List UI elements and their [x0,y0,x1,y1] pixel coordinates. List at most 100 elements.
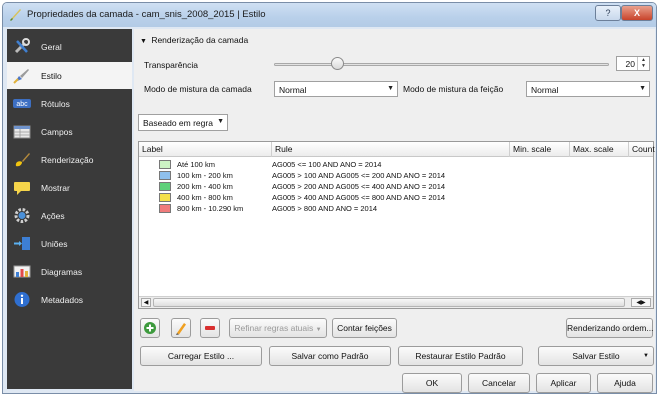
rules-table[interactable]: Label Rule Min. scale Max. scale Count A… [138,141,655,309]
rule-label: 100 km - 200 km [177,171,233,180]
symbol-swatch[interactable] [159,182,171,191]
sidebar-item-label: Diagramas [41,267,83,277]
sidebar-item-diagramas[interactable]: Diagramas [7,258,132,285]
table-row[interactable]: 100 km - 200 km AG005 > 100 AND AG005 <=… [139,170,653,181]
column-header-min-scale[interactable]: Min. scale [510,142,570,157]
spin-arrows-icon[interactable]: ▲ ▼ [637,57,649,70]
rule-label: 800 km - 10.290 km [177,204,244,213]
layer-blend-label: Modo de mistura da camada [144,84,252,94]
chevron-down-icon: ▼ [315,327,322,333]
refine-rules-label: Refinar regras atuais [234,323,314,333]
table-row[interactable]: 200 km - 400 km AG005 > 200 AND AG005 <=… [139,181,653,192]
rule-expression: AG005 > 400 AND AG005 <= 800 AND ANO = 2… [272,193,446,202]
cancel-button[interactable]: Cancelar [468,373,530,393]
table-icon [13,125,31,139]
sidebar-item-unioes[interactable]: Uniões [7,230,132,257]
feature-blend-label: Modo de mistura da feição [403,84,504,94]
qgis-app-icon [10,9,21,21]
chevron-down-icon: ▼ [387,85,394,92]
layer-blend-value: Normal [279,85,307,95]
scroll-right-icon[interactable]: ◀▶ [631,298,651,307]
column-header-max-scale[interactable]: Max. scale [570,142,629,157]
refine-rules-button[interactable]: Refinar regras atuais ▼ [229,318,327,338]
table-row[interactable]: 400 km - 800 km AG005 > 400 AND AG005 <=… [139,192,653,203]
add-rule-button[interactable] [140,318,160,338]
render-order-button[interactable]: Renderizando ordem... [566,318,653,338]
sidebar-item-label: Estilo [41,71,62,81]
sidebar-item-acoes[interactable]: Ações [7,202,132,229]
sidebar-item-metadados[interactable]: Metadados [7,286,132,313]
close-window-button[interactable]: X [621,5,653,21]
sidebar-item-label: Campos [41,127,73,137]
edit-rule-icon [176,323,186,335]
sidebar-item-label: Metadados [41,295,84,305]
remove-rule-button[interactable] [200,318,220,338]
section-title: Renderização da camada [151,35,249,45]
sidebar-item-mostrar[interactable]: Mostrar [7,174,132,201]
layer-rendering-section-header[interactable]: ▼ Renderização da camada [140,35,248,45]
restore-default-button[interactable]: Restaurar Estilo Padrão [398,346,523,366]
sidebar-item-label: Mostrar [41,183,70,193]
sidebar-item-estilo[interactable]: Estilo [7,62,132,89]
column-header-label[interactable]: Label [139,142,272,157]
chevron-down-icon: ▼ [217,118,224,125]
sidebar-item-label: Renderização [41,155,94,165]
wrench-icon [14,38,30,54]
feature-blend-select[interactable]: Normal ▼ [526,81,650,97]
transparency-value: 20 [625,59,635,69]
layer-blend-select[interactable]: Normal ▼ [274,81,398,97]
column-header-count[interactable]: Count [629,142,655,157]
transparency-slider-handle[interactable] [331,57,344,70]
edit-rule-button[interactable] [171,318,191,338]
chevron-down-icon: ▼ [643,353,649,359]
help-window-button[interactable]: ? [595,5,621,21]
rule-label: 400 km - 800 km [177,193,233,202]
column-header-rule[interactable]: Rule [272,142,510,157]
load-style-button[interactable]: Carregar Estilo ... [140,346,262,366]
help-button[interactable]: Ajuda [597,373,653,393]
feature-blend-value: Normal [531,85,559,95]
scrollbar-thumb[interactable] [153,298,625,307]
sidebar-item-label: Uniões [41,239,68,249]
rule-expression: AG005 > 800 AND ANO = 2014 [272,204,378,213]
rule-expression: AG005 > 100 AND AG005 <= 200 AND ANO = 2… [272,171,446,180]
table-row[interactable]: 800 km - 10.290 km AG005 > 800 AND ANO =… [139,203,653,214]
transparency-slider[interactable] [274,63,609,66]
symbol-swatch[interactable] [159,204,171,213]
sidebar-item-label: Rótulos [41,99,70,109]
abc-label-icon: abc [13,99,31,108]
rule-expression: AG005 > 200 AND AG005 <= 400 AND ANO = 2… [272,182,446,191]
renderer-type-select[interactable]: Baseado em regra ▼ [138,114,228,131]
rule-label: 200 km - 400 km [177,182,233,191]
symbol-swatch[interactable] [159,171,171,180]
scroll-left-icon[interactable]: ◀ [141,298,151,307]
brush-icon [15,153,30,167]
sidebar-item-geral[interactable]: Geral [7,33,132,60]
save-style-label: Salvar Estilo [572,351,620,361]
speech-bubble-icon [14,182,30,195]
count-features-button[interactable]: Contar feições [332,318,397,338]
symbol-swatch[interactable] [159,193,171,202]
symbol-swatch[interactable] [159,160,171,169]
sidebar-item-label: Geral [41,42,62,52]
title-bar: Propriedades da camada - cam_snis_2008_2… [3,3,656,27]
sidebar-item-rotulos[interactable]: abc Rótulos [7,90,132,117]
save-default-button[interactable]: Salvar como Padrão [269,346,391,366]
chevron-down-icon: ▼ [639,85,646,92]
sidebar-item-renderizacao[interactable]: Renderização [7,146,132,173]
save-style-button[interactable]: Salvar Estilo ▼ [538,346,654,366]
horizontal-scrollbar[interactable]: ◀ ◀▶ [139,296,653,308]
sidebar-item-label: Ações [41,211,65,221]
sidebar-item-campos[interactable]: Campos [7,118,132,145]
window-title: Propriedades da camada - cam_snis_2008_2… [27,9,266,20]
rule-expression: AG005 <= 100 AND ANO = 2014 [272,160,382,169]
transparency-label: Transparência [144,60,199,70]
sidebar: Geral Estilo abc Rótulos Campos Renderiz… [7,29,132,389]
transparency-spinbox[interactable]: 20 ▲ ▼ [616,56,650,71]
table-row[interactable]: Até 100 km AG005 <= 100 AND ANO = 2014 [139,159,653,170]
layer-properties-window: Propriedades da camada - cam_snis_2008_2… [2,2,657,394]
rule-label: Até 100 km [177,160,215,169]
apply-button[interactable]: Aplicar [536,373,591,393]
collapse-triangle-icon: ▼ [140,38,147,45]
ok-button[interactable]: OK [402,373,462,393]
